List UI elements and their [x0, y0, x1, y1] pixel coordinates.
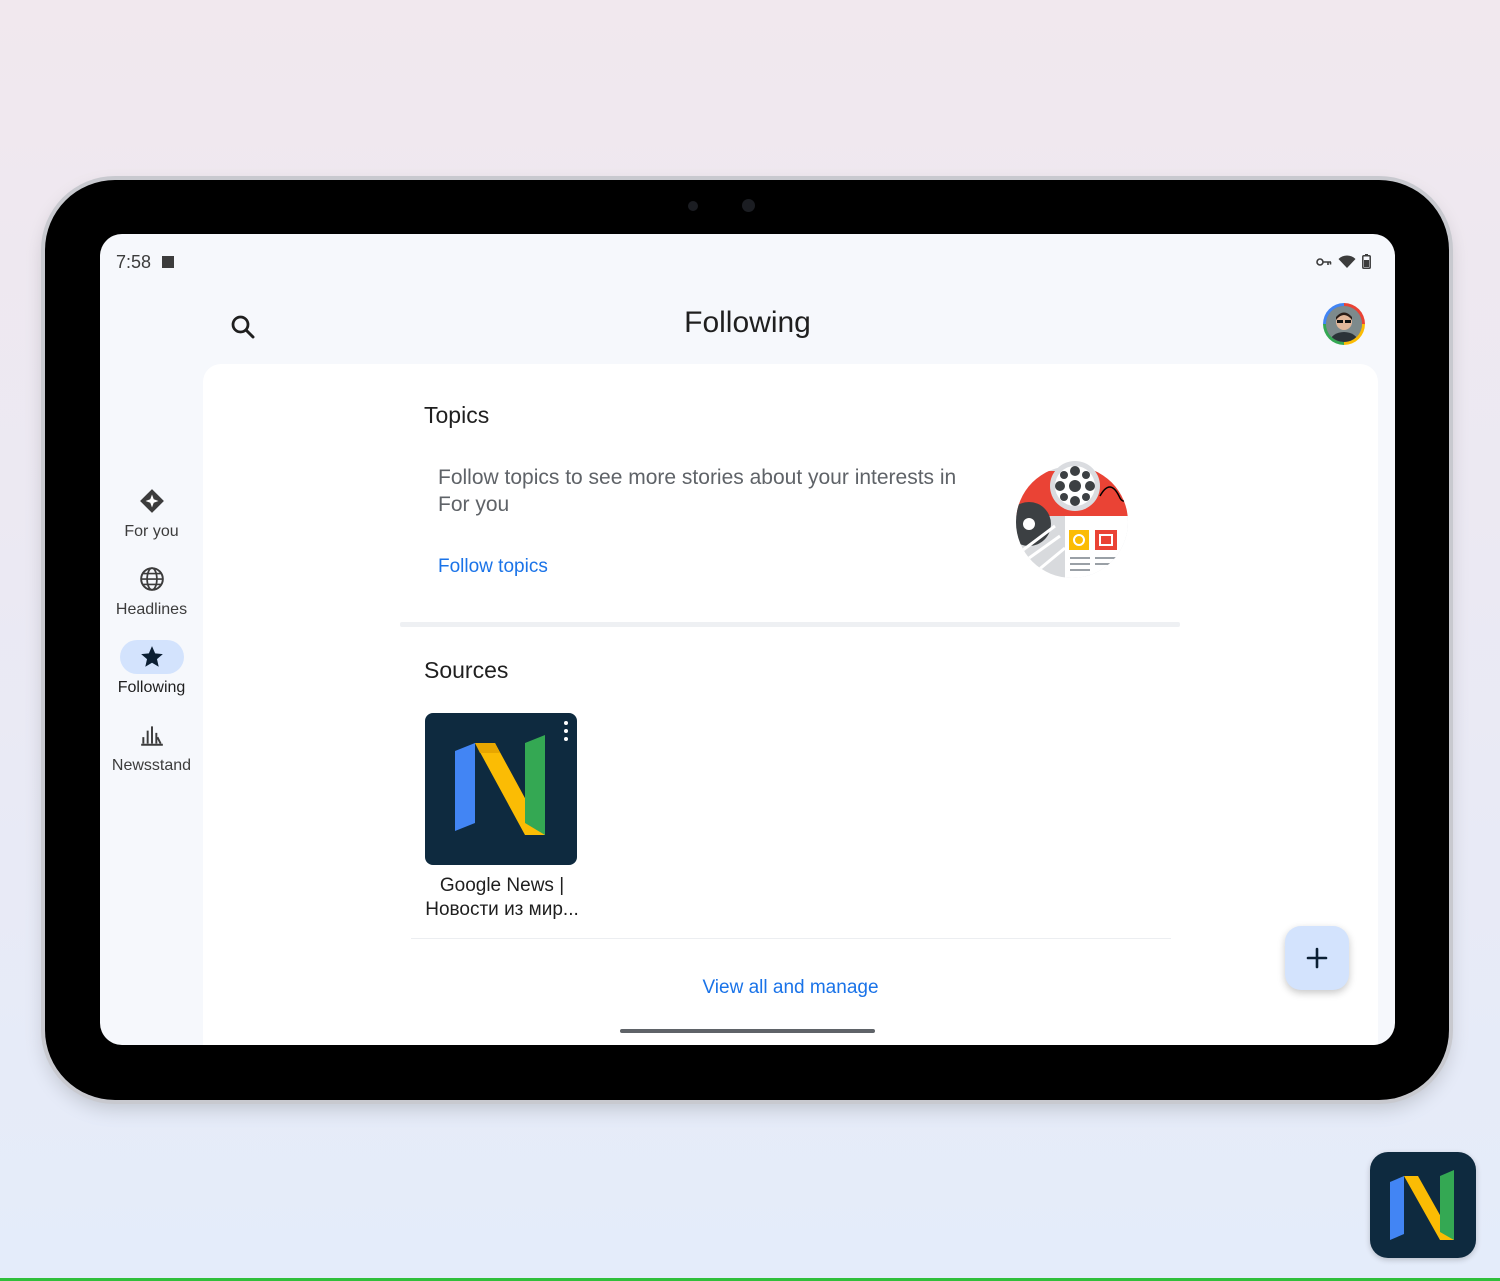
status-time: 7:58 [116, 252, 152, 272]
newsstand-icon [140, 726, 163, 746]
tablet-screen: 7:58 Following For you Headlines Followi… [100, 234, 1395, 1045]
list-divider [411, 938, 1171, 939]
google-news-app-logo [1370, 1152, 1476, 1258]
nav-label: Newsstand [111, 757, 192, 774]
tablet-device: 7:58 Following For you Headlines Followi… [45, 180, 1449, 1100]
nav-icon-container [120, 718, 184, 752]
navigation-rail: For you Headlines Following Newsstand [100, 484, 203, 796]
more-options-icon[interactable] [561, 721, 571, 741]
add-button[interactable] [1285, 926, 1349, 990]
follow-topics-link[interactable]: Follow topics [438, 556, 548, 578]
page-title: Following [684, 306, 811, 339]
nav-item-following[interactable]: Following [100, 640, 203, 718]
vpn-key-icon [1316, 257, 1332, 266]
for-you-icon [139, 489, 164, 513]
nav-label: For you [124, 523, 179, 540]
nav-item-newsstand[interactable]: Newsstand [100, 718, 203, 796]
account-avatar[interactable] [1323, 303, 1365, 345]
nav-item-headlines[interactable]: Headlines [100, 562, 203, 640]
topics-heading: Topics [424, 402, 490, 428]
topics-illustration [1016, 461, 1128, 578]
nav-icon-container [119, 640, 184, 674]
front-camera [688, 201, 698, 211]
nav-icon-container [120, 484, 184, 518]
nav-label: Headlines [115, 601, 188, 618]
avatar-photo [1326, 306, 1362, 342]
view-all-and-manage-link[interactable]: View all and manage [203, 977, 1378, 999]
nav-icon-container [120, 562, 184, 596]
globe-icon [139, 567, 164, 591]
star-icon [140, 646, 163, 667]
google-news-logo [1390, 1170, 1454, 1240]
following-panel: Topics Follow topics to see more stories… [203, 364, 1378, 1045]
sources-heading: Sources [424, 657, 509, 683]
nav-item-for-you[interactable]: For you [100, 484, 203, 562]
status-icons [1316, 254, 1371, 269]
home-indicator[interactable] [620, 1029, 875, 1033]
topics-description: Follow topics to see more stories about … [438, 466, 957, 516]
wifi-icon [1338, 254, 1356, 268]
nav-label: Following [117, 679, 186, 696]
section-divider [400, 622, 1180, 627]
source-name: Google News | Новости из мир... [425, 875, 579, 920]
front-camera [742, 199, 755, 212]
notification-icon [162, 256, 174, 268]
battery-icon [1362, 254, 1371, 269]
plus-icon [1306, 947, 1328, 969]
google-news-logo [455, 735, 545, 835]
source-tile-google-news[interactable] [425, 713, 577, 865]
